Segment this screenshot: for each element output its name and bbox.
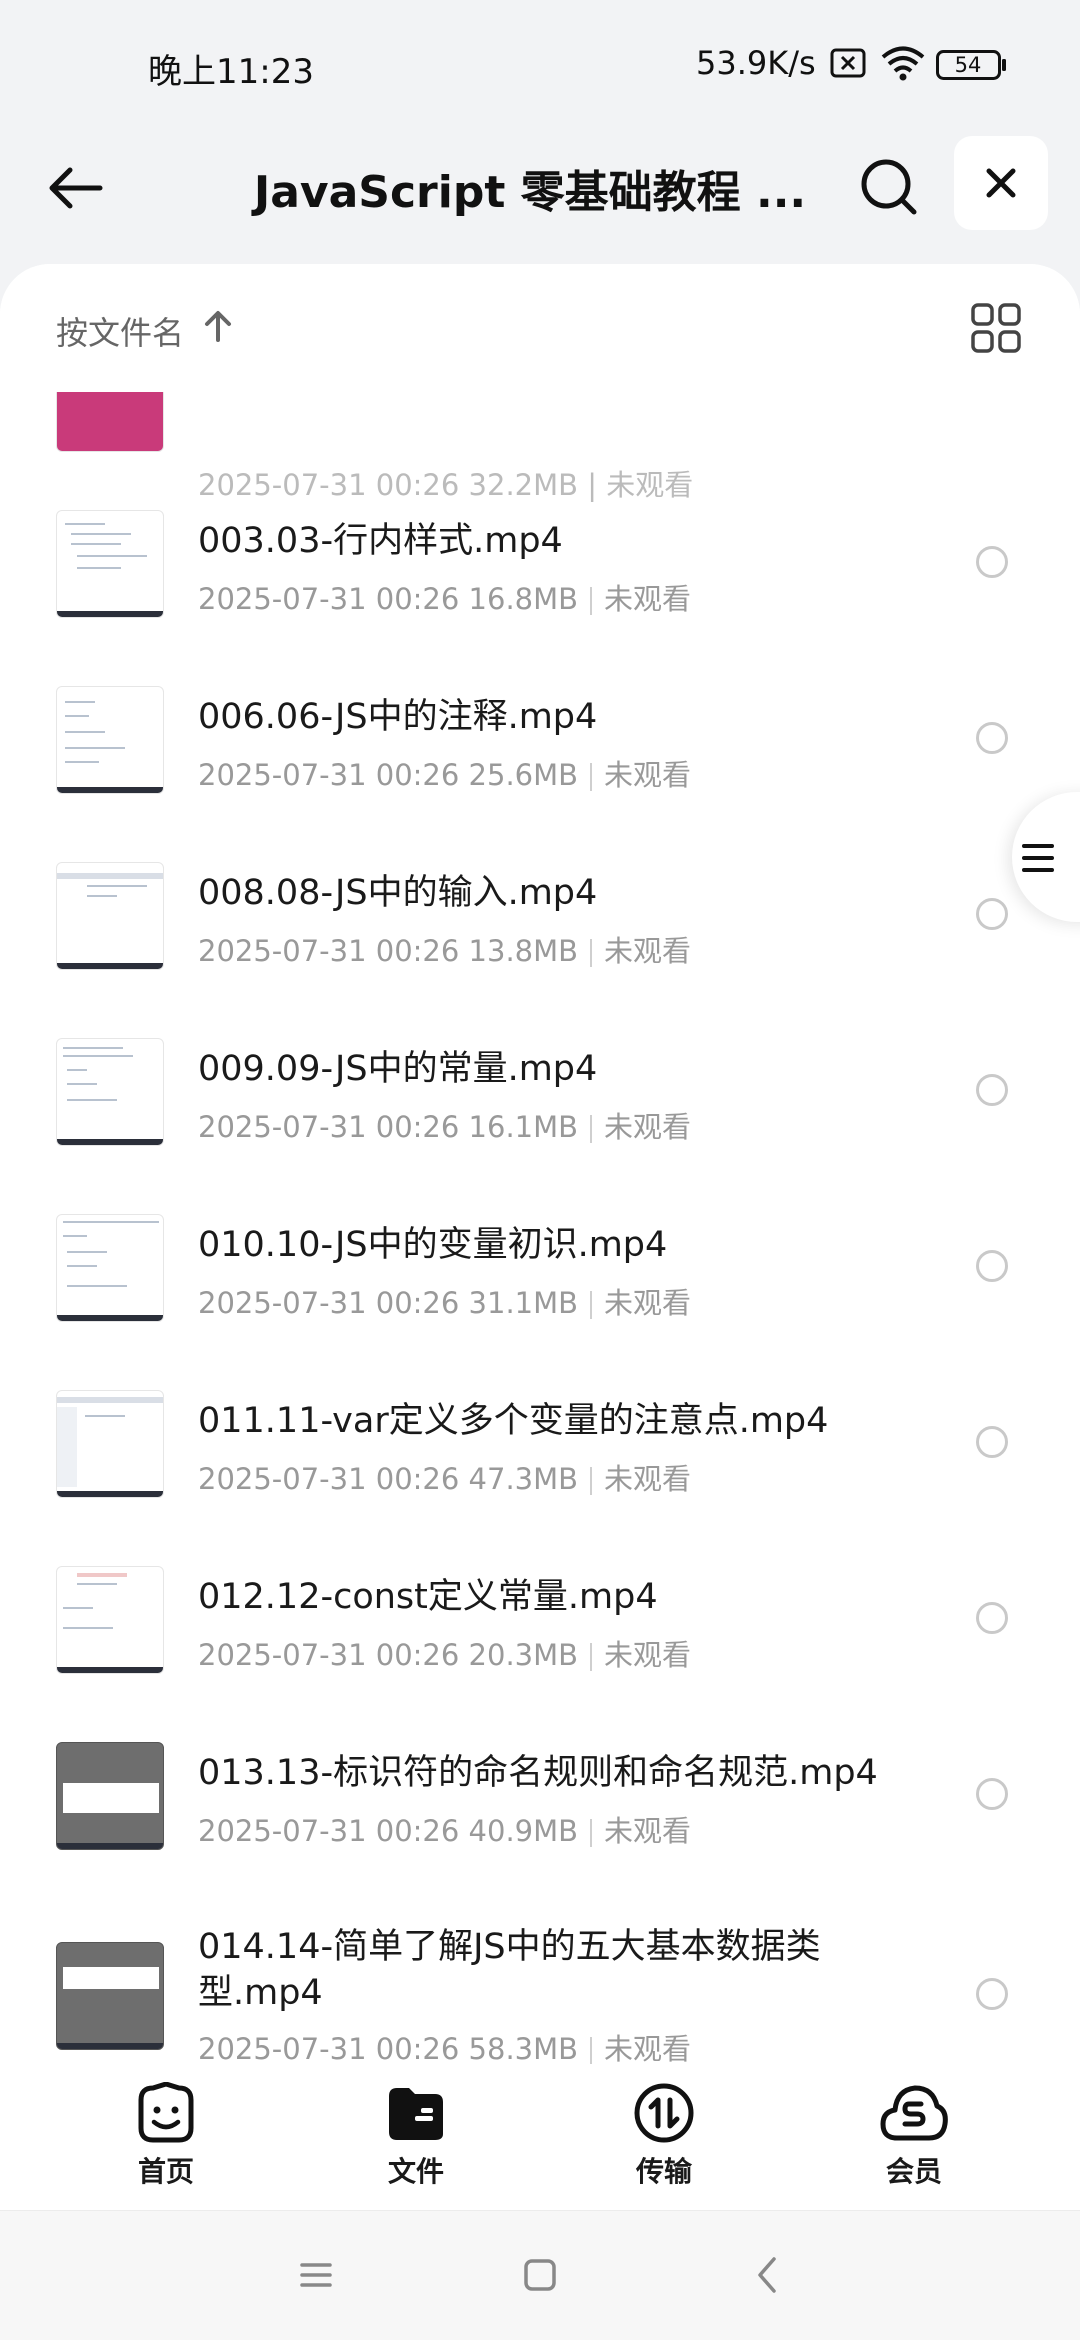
nav-home-label: 首页 — [137, 2155, 194, 2188]
folder-icon — [389, 2088, 443, 2140]
select-radio[interactable] — [976, 1602, 1008, 1634]
video-thumbnail — [56, 1214, 164, 1322]
video-thumbnail — [56, 862, 164, 970]
select-radio[interactable] — [976, 1074, 1008, 1106]
status-time: 晚上11:23 — [148, 52, 314, 92]
select-radio[interactable] — [976, 722, 1008, 754]
file-meta: 2025-07-31 00:26 47.3MB 未观看 — [198, 1462, 692, 1496]
nav-member[interactable]: 会员 — [834, 2082, 994, 2210]
list-item[interactable]: 013.13-标识符的命名规则和命名规范.mp4 2025-07-31 00:2… — [0, 1706, 1080, 1882]
select-radio[interactable] — [976, 1978, 1008, 2010]
wifi-icon — [880, 44, 926, 82]
list-item[interactable]: 011.11-var定义多个变量的注意点.mp4 2025-07-31 00:2… — [0, 1354, 1080, 1530]
transfer-icon — [634, 2083, 694, 2143]
list-item[interactable]: 014.14-简单了解JS中的五大基本数据类型.mp4 2025-07-31 0… — [0, 1882, 1080, 2064]
battery-level: 54 — [954, 53, 982, 77]
nav-member-label: 会员 — [885, 2155, 942, 2188]
network-speed: 53.9K/s — [696, 44, 816, 82]
file-meta: 2025-07-31 00:26 16.1MB 未观看 — [198, 1110, 692, 1144]
list-item[interactable]: 010.10-JS中的变量初识.mp4 2025-07-31 00:26 31.… — [0, 1178, 1080, 1354]
file-name: 011.11-var定义多个变量的注意点.mp4 — [198, 1401, 829, 1441]
nav-home[interactable]: 首页 — [86, 2082, 246, 2210]
sort-by-name-button[interactable]: 按文件名 — [56, 308, 184, 354]
list-item[interactable]: 006.06-JS中的注释.mp4 2025-07-31 00:26 25.6M… — [0, 650, 1080, 826]
nav-files[interactable]: 文件 — [336, 2082, 496, 2210]
select-radio[interactable] — [976, 898, 1008, 930]
status-bar: 晚上11:23 53.9K/s 54 — [0, 0, 1080, 130]
list-item[interactable]: 012.12-const定义常量.mp4 2025-07-31 00:26 20… — [0, 1530, 1080, 1706]
video-thumbnail — [56, 1038, 164, 1146]
file-name: 014.14-简单了解JS中的五大基本数据类型.mp4 — [198, 1927, 821, 2013]
file-name: 006.06-JS中的注释.mp4 — [198, 697, 598, 737]
file-name: 009.09-JS中的常量.mp4 — [198, 1049, 598, 1089]
battery-icon: 54 — [936, 50, 1006, 80]
file-meta: 2025-07-31 00:26 58.3MB 未观看 — [198, 2032, 692, 2064]
file-list: 2025-07-31 00:26 32.2MB | 未观看 003.03-行内样… — [0, 264, 1080, 2064]
file-meta: 2025-07-31 00:26 25.6MB 未观看 — [198, 758, 692, 792]
video-thumbnail — [56, 686, 164, 794]
close-icon — [986, 168, 1016, 198]
video-thumbnail — [56, 1742, 164, 1850]
select-radio[interactable] — [976, 546, 1008, 578]
file-meta: 2025-07-31 00:26 20.3MB 未观看 — [198, 1638, 692, 1672]
menu-icon[interactable] — [292, 2251, 340, 2299]
header: JavaScript 零基础教程 ... — [0, 130, 1080, 250]
list-item[interactable]: 009.09-JS中的常量.mp4 2025-07-31 00:26 16.1M… — [0, 1002, 1080, 1178]
select-radio[interactable] — [976, 1426, 1008, 1458]
video-thumbnail — [56, 510, 164, 618]
home-square-icon[interactable] — [516, 2251, 564, 2299]
sim-x-icon — [830, 48, 866, 78]
back-chevron-icon[interactable] — [744, 2251, 792, 2299]
video-thumbnail — [56, 1390, 164, 1498]
file-name: 012.12-const定义常量.mp4 — [198, 1577, 658, 1617]
select-radio[interactable] — [976, 1250, 1008, 1282]
video-thumbnail — [56, 1942, 164, 2050]
search-icon[interactable] — [856, 154, 924, 222]
grid-view-icon[interactable] — [970, 302, 1022, 354]
file-name: 010.10-JS中的变量初识.mp4 — [198, 1225, 668, 1265]
file-meta: 2025-07-31 00:26 16.8MB 未观看 — [198, 582, 692, 616]
arrow-up-icon[interactable] — [200, 308, 236, 344]
sort-bar: 按文件名 — [0, 264, 1080, 392]
nav-files-label: 文件 — [387, 2155, 444, 2188]
system-nav-bar — [0, 2210, 1080, 2340]
file-name: 003.03-行内样式.mp4 — [198, 521, 563, 561]
file-name: 013.13-标识符的命名规则和命名规范.mp4 — [198, 1753, 878, 1793]
select-radio[interactable] — [976, 1778, 1008, 1810]
video-thumbnail — [56, 1566, 164, 1674]
bottom-nav: 首页 文件 传输 会员 — [0, 2064, 1080, 2210]
hamburger-icon — [1022, 844, 1054, 872]
file-meta: 2025-07-31 00:26 13.8MB 未观看 — [198, 934, 692, 968]
nav-transfer-label: 传输 — [635, 2155, 692, 2188]
file-meta: 2025-07-31 00:26 40.9MB 未观看 — [198, 1814, 692, 1848]
list-item[interactable]: 003.03-行内样式.mp4 2025-07-31 00:26 16.8MB 未… — [0, 474, 1080, 650]
file-name: 008.08-JS中的输入.mp4 — [198, 873, 598, 913]
back-arrow-icon[interactable] — [40, 154, 108, 222]
nav-transfer[interactable]: 传输 — [584, 2082, 744, 2210]
page-title: JavaScript 零基础教程 ... — [253, 167, 807, 218]
cloud-member-icon — [880, 2085, 948, 2141]
file-meta: 2025-07-31 00:26 31.1MB 未观看 — [198, 1286, 692, 1320]
file-list-panel: 按文件名 2025-07-31 00:26 32.2MB | 未观看 003.0… — [0, 264, 1080, 2064]
close-button[interactable] — [954, 136, 1048, 230]
list-item[interactable]: 008.08-JS中的输入.mp4 2025-07-31 00:26 13.8M… — [0, 826, 1080, 1002]
smile-face-icon — [138, 2082, 194, 2143]
